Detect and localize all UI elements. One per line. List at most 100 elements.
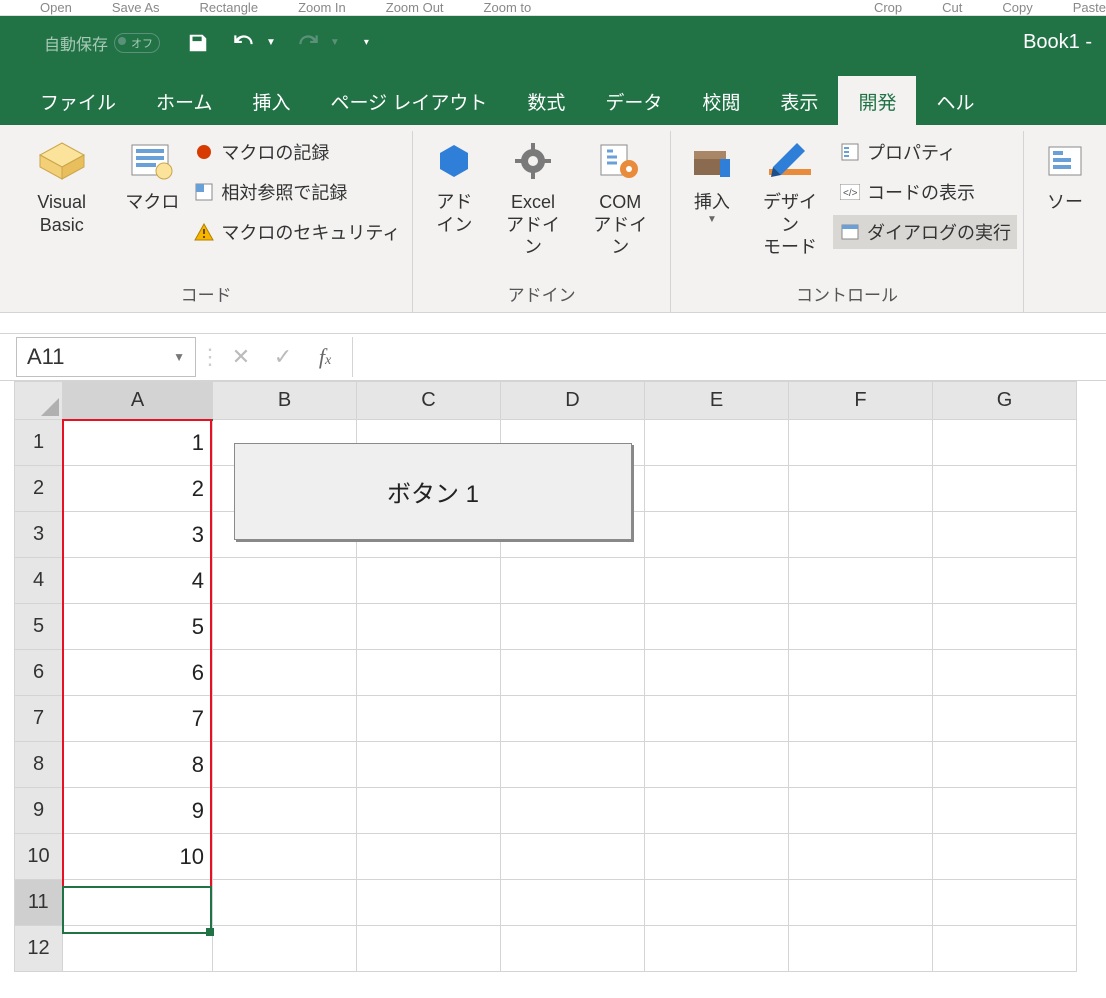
cell-C10[interactable] [357, 834, 501, 880]
cell-C9[interactable] [357, 788, 501, 834]
cell-G3[interactable] [933, 512, 1077, 558]
tab-data[interactable]: データ [585, 76, 682, 125]
macros-button[interactable]: マクロ [117, 131, 187, 216]
cell-D12[interactable] [501, 926, 645, 972]
cell-D4[interactable] [501, 558, 645, 604]
cell-F11[interactable] [789, 880, 933, 926]
select-all-corner[interactable] [15, 382, 63, 420]
tab-help[interactable]: ヘル [916, 76, 994, 125]
cell-B11[interactable] [213, 880, 357, 926]
col-header-B[interactable]: B [213, 382, 357, 420]
cell-E3[interactable] [645, 512, 789, 558]
row-header-5[interactable]: 5 [15, 604, 63, 650]
cell-C5[interactable] [357, 604, 501, 650]
row-header-11[interactable]: 11 [15, 880, 63, 926]
cell-G5[interactable] [933, 604, 1077, 650]
cell-E9[interactable] [645, 788, 789, 834]
cell-A1[interactable]: 1 [63, 420, 213, 466]
autosave-toggle[interactable]: 自動保存 オフ [44, 31, 160, 55]
cell-E1[interactable] [645, 420, 789, 466]
tab-file[interactable]: ファイル [20, 76, 136, 125]
properties-button[interactable]: プロパティ [833, 135, 1017, 169]
row-header-1[interactable]: 1 [15, 420, 63, 466]
col-header-E[interactable]: E [645, 382, 789, 420]
cell-E10[interactable] [645, 834, 789, 880]
cell-G11[interactable] [933, 880, 1077, 926]
cell-A8[interactable]: 8 [63, 742, 213, 788]
cell-C4[interactable] [357, 558, 501, 604]
cell-F10[interactable] [789, 834, 933, 880]
tab-insert[interactable]: 挿入 [232, 76, 310, 125]
cell-D9[interactable] [501, 788, 645, 834]
cell-G1[interactable] [933, 420, 1077, 466]
col-header-D[interactable]: D [501, 382, 645, 420]
row-header-6[interactable]: 6 [15, 650, 63, 696]
source-button[interactable]: ソー [1030, 131, 1100, 216]
col-header-G[interactable]: G [933, 382, 1077, 420]
insert-control-button[interactable]: 挿入 ▼ [677, 131, 747, 228]
cell-E4[interactable] [645, 558, 789, 604]
cell-F4[interactable] [789, 558, 933, 604]
cell-A4[interactable]: 4 [63, 558, 213, 604]
formula-input[interactable] [352, 337, 1106, 377]
cell-G12[interactable] [933, 926, 1077, 972]
row-header-2[interactable]: 2 [15, 466, 63, 512]
cell-C7[interactable] [357, 696, 501, 742]
undo-icon[interactable] [230, 29, 258, 57]
cell-F2[interactable] [789, 466, 933, 512]
cell-A11[interactable] [63, 880, 213, 926]
cell-B4[interactable] [213, 558, 357, 604]
tab-developer[interactable]: 開発 [838, 76, 916, 125]
excel-addins-button[interactable]: Excel アドイン [489, 131, 576, 261]
cell-D10[interactable] [501, 834, 645, 880]
cell-C11[interactable] [357, 880, 501, 926]
cell-B10[interactable] [213, 834, 357, 880]
run-dialog-button[interactable]: ダイアログの実行 [833, 215, 1017, 249]
cell-G4[interactable] [933, 558, 1077, 604]
tab-formulas[interactable]: 数式 [507, 76, 585, 125]
cell-E12[interactable] [645, 926, 789, 972]
cell-B5[interactable] [213, 604, 357, 650]
cell-D5[interactable] [501, 604, 645, 650]
cell-B7[interactable] [213, 696, 357, 742]
cell-A3[interactable]: 3 [63, 512, 213, 558]
cell-F1[interactable] [789, 420, 933, 466]
cell-A7[interactable]: 7 [63, 696, 213, 742]
cell-C6[interactable] [357, 650, 501, 696]
cell-F8[interactable] [789, 742, 933, 788]
cell-E11[interactable] [645, 880, 789, 926]
row-header-10[interactable]: 10 [15, 834, 63, 880]
cell-D8[interactable] [501, 742, 645, 788]
tab-home[interactable]: ホーム [136, 76, 232, 125]
addins-button[interactable]: アド イン [419, 131, 489, 238]
visual-basic-button[interactable]: Visual Basic [6, 131, 117, 238]
cell-A10[interactable]: 10 [63, 834, 213, 880]
cell-B6[interactable] [213, 650, 357, 696]
col-header-A[interactable]: A [63, 382, 213, 420]
cell-G10[interactable] [933, 834, 1077, 880]
view-code-button[interactable]: </> コードの表示 [833, 175, 1017, 209]
form-button-1[interactable]: ボタン 1 [234, 443, 632, 540]
undo-dropdown-icon[interactable]: ▼ [266, 37, 276, 48]
name-box-dropdown-icon[interactable]: ▼ [173, 350, 185, 364]
cell-C12[interactable] [357, 926, 501, 972]
cell-F3[interactable] [789, 512, 933, 558]
cell-E7[interactable] [645, 696, 789, 742]
tab-page-layout[interactable]: ページ レイアウト [310, 76, 507, 125]
cell-F6[interactable] [789, 650, 933, 696]
cell-G6[interactable] [933, 650, 1077, 696]
cell-E5[interactable] [645, 604, 789, 650]
cell-A12[interactable] [63, 926, 213, 972]
cell-A2[interactable]: 2 [63, 466, 213, 512]
cell-B9[interactable] [213, 788, 357, 834]
cell-F5[interactable] [789, 604, 933, 650]
relative-reference-button[interactable]: 相対参照で記録 [187, 175, 406, 209]
cell-E2[interactable] [645, 466, 789, 512]
cell-C8[interactable] [357, 742, 501, 788]
cell-G9[interactable] [933, 788, 1077, 834]
cell-A9[interactable]: 9 [63, 788, 213, 834]
cell-G2[interactable] [933, 466, 1077, 512]
tab-review[interactable]: 校閲 [682, 76, 760, 125]
tab-view[interactable]: 表示 [760, 76, 838, 125]
row-header-8[interactable]: 8 [15, 742, 63, 788]
